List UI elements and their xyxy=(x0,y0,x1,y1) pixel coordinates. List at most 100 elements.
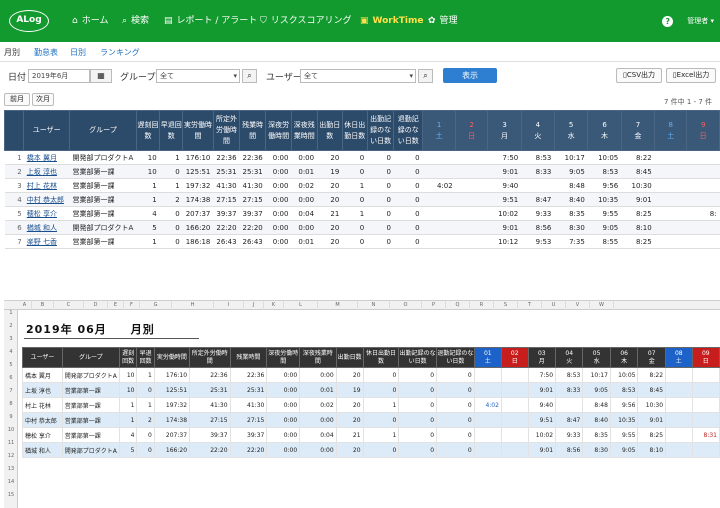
user-link[interactable]: 村上 花林 xyxy=(23,178,70,193)
excel-cell: 開発部プロダクトA xyxy=(61,367,120,383)
excel-cell xyxy=(500,427,529,443)
excel-cell: 21 xyxy=(335,427,364,443)
excel-cell xyxy=(665,442,693,458)
table-cell: 8:45 xyxy=(621,164,655,179)
table-cell: 0:01 xyxy=(291,164,318,179)
user-link[interactable]: 中村 恭太郎 xyxy=(23,192,70,207)
excel-cell: 0 xyxy=(398,367,438,383)
excel-cell: 0 xyxy=(436,397,475,413)
day-number: 9 xyxy=(700,120,706,129)
display-button[interactable]: 表示 xyxy=(443,68,497,83)
nav-report-alert[interactable]: ▤ レポート / アラート xyxy=(164,0,257,42)
day-number: 1 xyxy=(436,120,442,129)
table-cell: 10:35 xyxy=(587,192,622,207)
day-number: 01 xyxy=(483,349,492,357)
column-letter: C xyxy=(54,301,84,310)
table-row: 2 上坂 淳也 営業部第一課 10 0 125:51 25:31 25:31 0:00 0:01 1… xyxy=(4,164,720,179)
table-cell: 2 xyxy=(4,164,24,179)
table-cell: 174:38 xyxy=(182,192,214,207)
day-header: 7金 xyxy=(620,110,656,151)
day-number: 08 xyxy=(674,349,683,357)
prev-month-button[interactable]: 前月 xyxy=(4,93,30,106)
nav-search[interactable]: ⌕ 検索 xyxy=(122,0,149,42)
column-letter: F xyxy=(124,301,140,310)
group-search-icon[interactable]: ⌕ xyxy=(242,69,257,83)
tab-monthly[interactable]: 月別 xyxy=(4,47,20,58)
user-search-icon[interactable]: ⌕ xyxy=(418,69,433,83)
excel-cell: 4:02 xyxy=(473,397,502,413)
excel-cell: 9:55 xyxy=(609,427,639,443)
table-cell: 25:31 xyxy=(213,164,240,179)
excel-cell: 楢城 和人 xyxy=(22,442,63,458)
excel-export-button[interactable]: ▯Excel出力 xyxy=(666,68,716,83)
csv-export-button[interactable]: ▯CSV出力 xyxy=(616,68,662,83)
table-cell xyxy=(686,164,720,179)
excel-cell: 1 xyxy=(362,427,400,443)
table-cell xyxy=(654,220,687,235)
table-cell: 9:01 xyxy=(621,192,655,207)
excel-cell: 27:15 xyxy=(189,412,231,428)
user-menu[interactable]: 管理者 ▾ xyxy=(687,17,714,25)
user-link[interactable]: 楢城 和人 xyxy=(23,220,70,235)
table-cell: 営業部第一課 xyxy=(69,234,137,249)
excel-cell: 上坂 淳也 xyxy=(22,382,63,398)
group-select[interactable]: 全て ▾ xyxy=(156,69,240,83)
excel-cell: 9:56 xyxy=(609,397,639,413)
excel-cell: 8:30 xyxy=(582,442,611,458)
user-link[interactable]: 穂松 享介 xyxy=(23,206,70,221)
nav-admin[interactable]: ✿ 管理 xyxy=(428,0,458,42)
table-cell: 1 xyxy=(4,150,24,165)
table-cell: 9:55 xyxy=(587,206,622,221)
excel-cell: 0 xyxy=(436,442,475,458)
excel-cell: 開発部プロダクトA xyxy=(61,442,120,458)
table-cell: 0:00 xyxy=(291,150,318,165)
excel-cell: 39:37 xyxy=(189,427,231,443)
excel-cell: 176:10 xyxy=(153,367,191,383)
date-input[interactable]: 2019年6月 xyxy=(28,69,90,83)
calendar-icon[interactable]: ▦ xyxy=(90,69,112,83)
weekday: 月 xyxy=(501,131,509,140)
day-header: 9日 xyxy=(686,110,720,151)
day-number: 02 xyxy=(510,349,519,357)
day-number: 5 xyxy=(568,120,574,129)
excel-column-header: 深夜労働時間 xyxy=(266,347,301,368)
column-letter: W xyxy=(590,301,614,310)
column-letter: N xyxy=(358,301,390,310)
excel-cell: 8:10 xyxy=(637,442,667,458)
tab-attendance[interactable]: 勤怠表 xyxy=(34,47,58,58)
filter-bar: 日付 2019年6月 ▦ グループ 全て ▾ ⌕ ユーザー 全て ▾ ⌕ 表示 ▯C… xyxy=(0,66,720,88)
tab-daily[interactable]: 日別 xyxy=(70,47,86,58)
excel-column-header: 退勤記録のない日数 xyxy=(436,347,475,368)
report-icon: ▤ xyxy=(164,16,173,26)
tab-ranking[interactable]: ランキング xyxy=(100,47,140,58)
nav-risk-scoring[interactable]: ⛉ リスクスコアリング xyxy=(260,0,352,42)
row-number: 10 xyxy=(7,427,15,433)
user-link[interactable]: 上坂 淳也 xyxy=(23,164,70,179)
table-cell: 0 xyxy=(342,150,368,165)
table-cell: 20 xyxy=(317,234,343,249)
alog-logo[interactable]: ALog xyxy=(9,10,49,32)
help-icon[interactable]: ? xyxy=(662,15,674,27)
excel-row: 楢城 和人 開発部プロダクトA 5 0 166:20 22:20 22:20 0:00 0:00… xyxy=(22,442,720,458)
excel-cell xyxy=(500,397,529,413)
user-link[interactable]: 楽野 七香 xyxy=(23,234,70,249)
table-cell: 22:20 xyxy=(239,220,266,235)
excel-cell xyxy=(691,367,720,383)
excel-cell: 174:38 xyxy=(153,412,191,428)
table-cell: 41:30 xyxy=(239,178,266,193)
table-cell xyxy=(455,178,488,193)
excel-cell: 中村 恭太郎 xyxy=(22,412,63,428)
next-month-button[interactable]: 次月 xyxy=(32,93,54,106)
nav-worktime[interactable]: ▣ WorkTime xyxy=(360,0,423,42)
weekday: 日 xyxy=(511,357,518,365)
excel-cell xyxy=(473,367,502,383)
user-select[interactable]: 全て ▾ xyxy=(300,69,416,83)
excel-day-header: 05 水 xyxy=(582,347,611,368)
excel-cell xyxy=(473,412,502,428)
table-cell xyxy=(455,234,488,249)
table-cell xyxy=(686,150,720,165)
column-letter: V xyxy=(566,301,590,310)
nav-home[interactable]: ⌂ ホーム xyxy=(72,0,108,42)
user-link[interactable]: 橋本 翼月 xyxy=(23,150,70,165)
row-number: 3 xyxy=(9,336,13,342)
